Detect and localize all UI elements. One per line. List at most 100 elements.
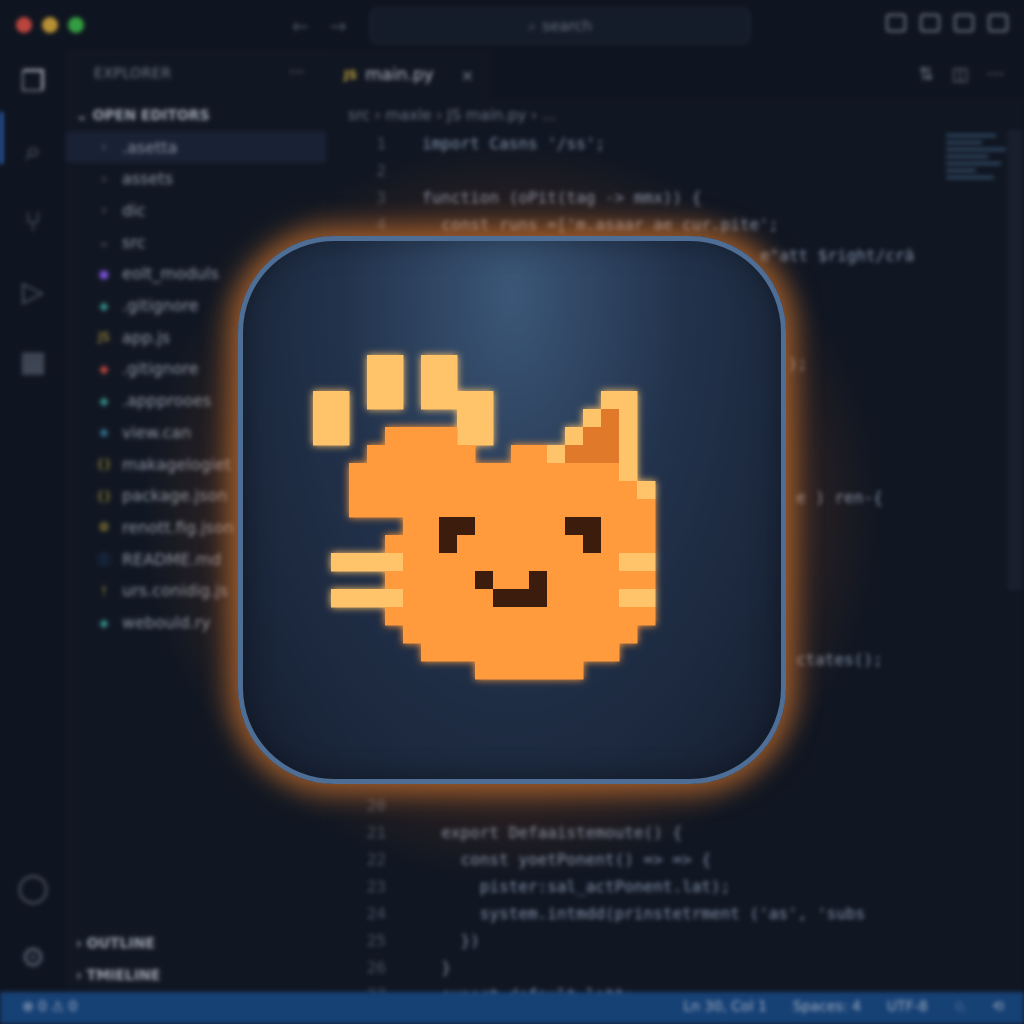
problems-count[interactable]: ⊗ 0 ⚠ 0 bbox=[22, 999, 77, 1015]
split-editor-icon[interactable]: ◫ bbox=[952, 64, 969, 85]
source-control-icon[interactable]: ⑂ bbox=[14, 202, 52, 240]
tab-label: main.py bbox=[365, 65, 434, 85]
file-type-icon: ◆ bbox=[99, 393, 109, 408]
cat-ear-pixel bbox=[619, 409, 638, 428]
cat-fur-pixel bbox=[565, 499, 584, 518]
indentation-setting[interactable]: Spaces: 4 bbox=[793, 999, 861, 1015]
forward-arrow-icon[interactable]: → bbox=[330, 14, 347, 38]
cat-ear-inner-pixel bbox=[583, 427, 602, 446]
cat-fur-pixel bbox=[565, 535, 584, 554]
paw-pad-pixel bbox=[403, 445, 422, 464]
paw-pad-pixel bbox=[421, 445, 440, 464]
file-encoding[interactable]: UTF-8 bbox=[887, 999, 928, 1015]
compare-changes-icon[interactable]: ⇅ bbox=[919, 64, 934, 85]
cat-ear-pixel bbox=[619, 445, 638, 464]
paw-pad-pixel bbox=[439, 445, 458, 464]
cat-whisker-pixel bbox=[331, 553, 350, 572]
minimize-window-button[interactable] bbox=[42, 17, 58, 33]
more-actions-icon[interactable]: ··· bbox=[289, 62, 304, 81]
maximize-window-button[interactable] bbox=[68, 17, 84, 33]
editor-scrollbar[interactable] bbox=[1008, 130, 1022, 590]
cat-fur-pixel bbox=[511, 517, 530, 536]
cat-fur-pixel bbox=[529, 517, 548, 536]
code-line[interactable]: 26 } bbox=[326, 954, 936, 981]
file-tree-item[interactable]: › .asetta bbox=[66, 132, 354, 162]
cat-fur-pixel bbox=[529, 625, 548, 644]
command-search-box[interactable]: ⌕ search bbox=[370, 8, 750, 44]
cat-fur-pixel bbox=[457, 571, 476, 590]
paw-pad-pixel bbox=[385, 445, 404, 464]
customize-layout-icon[interactable] bbox=[988, 14, 1008, 32]
cat-fur-pixel bbox=[547, 607, 566, 626]
cat-fur-pixel bbox=[511, 571, 530, 590]
cat-whisker-pixel bbox=[331, 589, 350, 608]
timeline-header[interactable]: › TMIELINE bbox=[76, 968, 160, 984]
cat-ear-pixel bbox=[565, 427, 584, 446]
cat-face-feature-pixel bbox=[493, 589, 512, 608]
toggle-panel-icon[interactable] bbox=[920, 14, 940, 32]
paw-toe-pixel bbox=[331, 427, 350, 446]
paw-pad-pixel bbox=[385, 463, 404, 482]
cat-fur-pixel bbox=[529, 463, 548, 482]
cat-whisker-pixel bbox=[385, 553, 404, 572]
cat-fur-pixel bbox=[457, 499, 476, 518]
file-type-icon: › bbox=[101, 203, 107, 218]
cat-fur-pixel bbox=[565, 553, 584, 572]
cat-face-feature-pixel bbox=[439, 535, 458, 554]
cat-fur-pixel bbox=[403, 625, 422, 644]
cursor-position[interactable]: Ln 30, Col 1 bbox=[683, 999, 766, 1015]
paw-pad-pixel bbox=[385, 481, 404, 500]
cat-whisker-pixel bbox=[637, 589, 656, 608]
cat-ear-pixel bbox=[583, 409, 602, 428]
toggle-secondary-sidebar-icon[interactable] bbox=[954, 14, 974, 32]
cat-whisker-pixel bbox=[619, 589, 638, 608]
close-tab-icon[interactable]: × bbox=[461, 66, 474, 85]
close-window-button[interactable] bbox=[16, 17, 32, 33]
more-editor-actions-icon[interactable]: ··· bbox=[987, 64, 1004, 85]
notifications-icon[interactable]: ⟲ bbox=[992, 999, 1004, 1015]
cat-fur-pixel bbox=[421, 607, 440, 626]
code-line[interactable]: 23 pister:sal_actPonent.lat); bbox=[326, 873, 936, 900]
cat-fur-pixel bbox=[601, 571, 620, 590]
paw-pad-pixel bbox=[439, 427, 458, 446]
open-editors-header[interactable]: ⌄ OPEN EDITORS bbox=[76, 108, 210, 124]
cat-fur-pixel bbox=[457, 607, 476, 626]
cat-fur-pixel bbox=[619, 625, 638, 644]
search-label: search bbox=[542, 17, 593, 35]
search-icon[interactable]: ⌕ bbox=[14, 132, 52, 170]
cat-fur-pixel bbox=[403, 517, 422, 536]
copilot-icon[interactable]: ♘ bbox=[954, 999, 967, 1015]
back-arrow-icon[interactable]: ← bbox=[292, 14, 309, 38]
toggle-sidebar-icon[interactable] bbox=[886, 14, 906, 32]
cat-fur-pixel bbox=[403, 571, 422, 590]
cat-fur-pixel bbox=[565, 463, 584, 482]
paw-pad-pixel bbox=[349, 481, 368, 500]
cat-fur-pixel bbox=[547, 571, 566, 590]
cat-ear-inner-pixel bbox=[565, 445, 584, 464]
cat-fur-pixel bbox=[475, 661, 494, 680]
cat-fur-pixel bbox=[493, 463, 512, 482]
cat-fur-pixel bbox=[493, 661, 512, 680]
settings-gear-icon[interactable]: ⚙ bbox=[14, 938, 52, 976]
breadcrumb[interactable]: src › maxle › JS main.py › ... bbox=[348, 106, 556, 124]
tab-main-py[interactable]: JS main.py × bbox=[326, 50, 490, 100]
cat-fur-pixel bbox=[439, 589, 458, 608]
code-line[interactable]: 24 system.intmdd(prinstetrment ('as', 's… bbox=[326, 900, 936, 927]
cat-fur-pixel bbox=[583, 589, 602, 608]
cat-ear-pixel bbox=[601, 391, 620, 410]
cat-fur-pixel bbox=[529, 535, 548, 554]
account-icon[interactable]: ◯ bbox=[14, 868, 52, 906]
cat-whisker-pixel bbox=[367, 589, 386, 608]
code-line[interactable]: 25 }) bbox=[326, 927, 936, 954]
search-icon: ⌕ bbox=[527, 17, 537, 35]
extensions-icon[interactable]: ▦ bbox=[14, 342, 52, 380]
cat-fur-pixel bbox=[475, 643, 494, 662]
minimap[interactable] bbox=[946, 130, 1016, 220]
cat-fur-pixel bbox=[547, 535, 566, 554]
run-debug-icon[interactable]: ▷ bbox=[14, 272, 52, 310]
file-tree-item[interactable]: › assets bbox=[66, 164, 354, 194]
paw-pad-pixel bbox=[349, 463, 368, 482]
cat-fur-pixel bbox=[403, 589, 422, 608]
outline-header[interactable]: › OUTLINE bbox=[76, 936, 155, 952]
files-icon[interactable]: ❐ bbox=[14, 62, 52, 100]
